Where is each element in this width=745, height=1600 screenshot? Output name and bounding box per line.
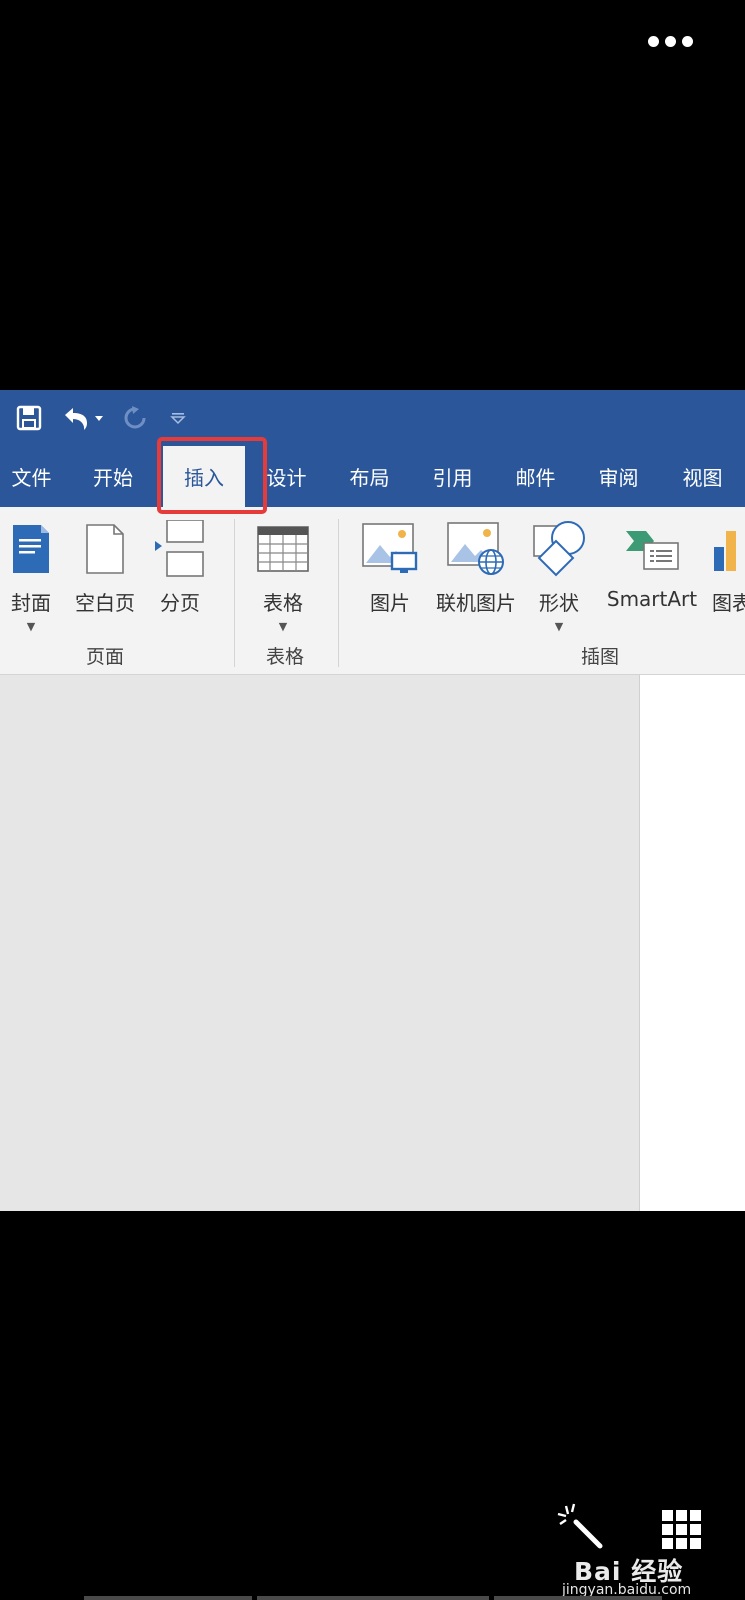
- blank-page-label: 空白页: [75, 591, 135, 615]
- chart-label: 图表: [712, 591, 745, 615]
- ribbon-tabs: 文件 开始 插入 设计 布局 引用 邮件 审阅 视图: [0, 446, 745, 507]
- customize-qat-button[interactable]: [164, 398, 192, 438]
- insert-tab-highlight: [157, 437, 267, 514]
- grid-logo-icon: [662, 1510, 701, 1549]
- indicator-bar: [257, 1596, 489, 1600]
- smartart-icon: [626, 531, 679, 570]
- tab-layout[interactable]: 布局: [328, 446, 411, 507]
- tab-view[interactable]: 视图: [660, 446, 745, 507]
- watermark: Bai 经验 jingyan.baidu.com: [556, 1502, 726, 1598]
- tab-file[interactable]: 文件: [0, 446, 63, 507]
- pages-group: 封面 ▼ 空白页 分页 页面: [0, 507, 234, 675]
- blank-page-icon: [86, 524, 124, 574]
- smartart-button[interactable]: SmartArt: [602, 517, 702, 611]
- word-window: 文件 开始 插入 设计 布局 引用 邮件 审阅 视图 封面 ▼ 空白页 分页 页…: [0, 390, 745, 1211]
- bottom-indicator: [0, 1596, 745, 1600]
- shapes-button[interactable]: 形状 ▼: [530, 517, 588, 633]
- shapes-label: 形状: [539, 591, 579, 615]
- chevron-down-icon: ▼: [278, 620, 288, 633]
- illustrations-group-label: 插图: [580, 646, 619, 668]
- save-icon: [16, 405, 42, 431]
- indicator-bar: [494, 1596, 662, 1600]
- customize-qat-icon: [170, 413, 186, 425]
- page-break-icon: [155, 520, 204, 577]
- document-canvas[interactable]: [0, 675, 745, 1211]
- chevron-down-icon: ▼: [26, 620, 36, 633]
- online-pictures-button[interactable]: 联机图片: [432, 517, 520, 616]
- tab-mailings[interactable]: 邮件: [494, 446, 577, 507]
- more-dot: [682, 36, 693, 47]
- table-button[interactable]: 表格 ▼: [253, 517, 313, 633]
- tab-review[interactable]: 审阅: [577, 446, 660, 507]
- table-icon: [257, 526, 309, 572]
- page-break-label: 分页: [160, 591, 200, 615]
- undo-button[interactable]: [58, 398, 106, 438]
- save-button[interactable]: [14, 398, 44, 438]
- chevron-down-icon: ▼: [554, 620, 564, 633]
- group-separator: [338, 519, 339, 667]
- page-break-button[interactable]: 分页: [152, 517, 208, 616]
- document-page[interactable]: [639, 675, 745, 1211]
- pictures-label: 图片: [370, 591, 410, 615]
- pictures-button[interactable]: 图片: [362, 517, 418, 616]
- redo-button[interactable]: [120, 398, 150, 438]
- illustrations-group: 图片 联机图片 形状 ▼ SmartArt 图表 插图: [340, 507, 745, 675]
- chart-button[interactable]: 图表: [712, 517, 745, 616]
- indicator-bar: [84, 1596, 252, 1600]
- tab-home[interactable]: 开始: [63, 446, 163, 507]
- shapes-icon: [533, 521, 585, 577]
- undo-icon: [65, 408, 103, 430]
- more-dot: [648, 36, 659, 47]
- tab-references[interactable]: 引用: [411, 446, 494, 507]
- tables-group: 表格 ▼ 表格: [235, 507, 338, 675]
- smartart-label: SmartArt: [606, 587, 698, 611]
- quick-access-toolbar: [0, 390, 745, 446]
- cover-page-icon: [13, 525, 49, 573]
- cover-page-label: 封面: [11, 591, 51, 615]
- chart-icon: [714, 531, 736, 571]
- online-pictures-icon: [447, 522, 504, 575]
- table-label: 表格: [263, 591, 303, 615]
- tables-group-label: 表格: [265, 646, 304, 668]
- more-dot: [665, 36, 676, 47]
- ribbon-insert-panel: 封面 ▼ 空白页 分页 页面 表格 ▼ 表格 图片 联机图片 形状 ▼ Smar…: [0, 507, 745, 675]
- online-pictures-label: 联机图片: [436, 591, 516, 615]
- more-options-icon[interactable]: [648, 36, 693, 47]
- cover-page-button[interactable]: 封面 ▼: [4, 517, 58, 633]
- pages-group-label: 页面: [85, 646, 124, 668]
- redo-icon: [124, 406, 146, 429]
- blank-page-button[interactable]: 空白页: [70, 517, 140, 616]
- pictures-icon: [362, 523, 418, 573]
